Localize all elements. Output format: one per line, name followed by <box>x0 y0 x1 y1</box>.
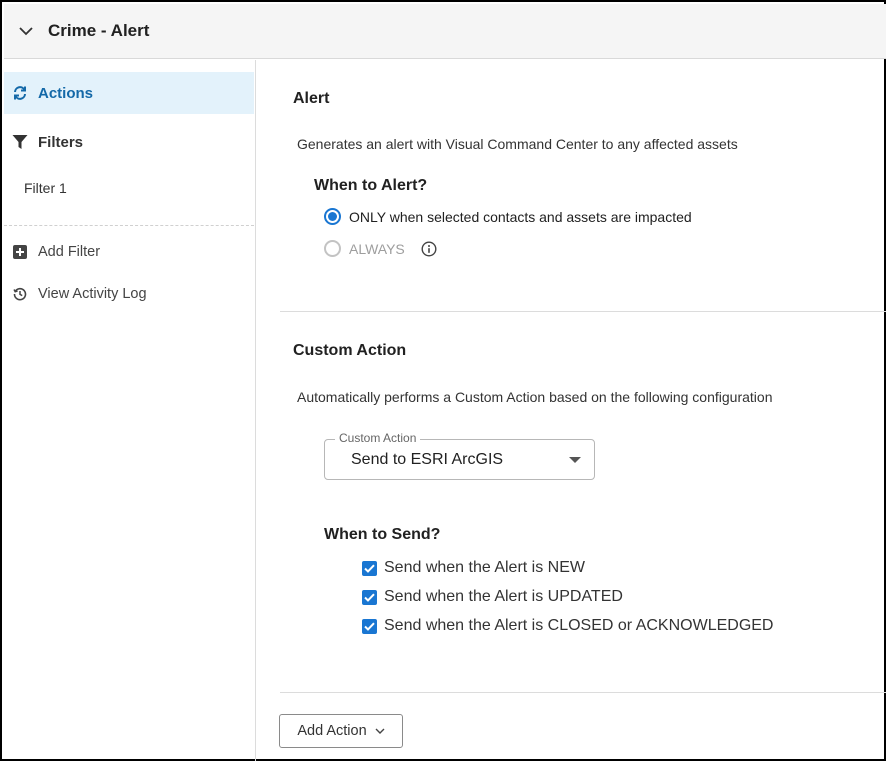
custom-action-section-title: Custom Action <box>293 342 407 359</box>
check-alert-new[interactable]: Send when the Alert is NEW <box>362 559 585 577</box>
section-divider <box>280 311 886 312</box>
sidebar-item-label: Add Filter <box>38 244 101 260</box>
checkbox-label: Send when the Alert is NEW <box>384 559 585 576</box>
sidebar-item-filters[interactable]: Filters <box>4 122 254 162</box>
check-alert-closed[interactable]: Send when the Alert is CLOSED or ACKNOWL… <box>362 617 773 635</box>
checkbox-checked[interactable] <box>362 618 377 634</box>
checkbox-label: Send when the Alert is CLOSED or ACKNOWL… <box>384 617 774 634</box>
caret-down-icon <box>569 457 581 463</box>
history-icon <box>12 286 28 302</box>
filter-icon <box>12 134 28 150</box>
chevron-down-icon[interactable] <box>4 26 48 36</box>
custom-action-select-value: Send to ESRI ArcGIS <box>351 451 504 468</box>
checkbox-label: Send when the Alert is UPDATED <box>384 588 623 605</box>
add-action-button[interactable]: Add Action <box>279 714 403 748</box>
alert-section-title: Alert <box>293 90 330 107</box>
custom-action-select[interactable]: Custom Action Send to ESRI ArcGIS <box>324 431 595 480</box>
page-title: Crime - Alert <box>48 21 150 40</box>
sync-icon <box>12 85 28 101</box>
sidebar: Actions Filters Filter 1 Add Filter View… <box>4 60 256 761</box>
alert-section-description: Generates an alert with Visual Command C… <box>297 136 738 152</box>
chevron-down-icon <box>375 728 385 734</box>
sidebar-item-filter-1[interactable]: Filter 1 <box>4 168 254 208</box>
plus-square-icon <box>12 244 28 260</box>
header-bar: Crime - Alert <box>4 4 886 59</box>
main-panel: Alert Generates an alert with Visual Com… <box>256 60 886 761</box>
check-alert-updated[interactable]: Send when the Alert is UPDATED <box>362 588 623 606</box>
radio-button-unchecked[interactable] <box>324 240 341 257</box>
radio-button-checked[interactable] <box>324 208 341 225</box>
sidebar-item-actions[interactable]: Actions <box>4 72 254 114</box>
view-activity-log-button[interactable]: View Activity Log <box>4 274 254 314</box>
custom-action-description: Automatically performs a Custom Action b… <box>297 389 773 405</box>
when-to-send-title: When to Send? <box>324 526 441 543</box>
add-filter-button[interactable]: Add Filter <box>4 232 254 272</box>
when-to-alert-title: When to Alert? <box>314 177 428 194</box>
radio-only-selected[interactable]: ONLY when selected contacts and assets a… <box>324 208 692 225</box>
sidebar-item-label: Actions <box>38 84 94 102</box>
custom-action-select-legend: Custom Action <box>335 431 421 445</box>
info-icon[interactable] <box>421 240 437 257</box>
sidebar-item-label: Filter 1 <box>24 180 67 196</box>
add-action-label: Add Action <box>297 723 367 739</box>
window-frame: Crime - Alert Actions Filters Filter 1 A… <box>0 0 886 761</box>
radio-always[interactable]: ALWAYS <box>324 240 437 257</box>
sidebar-divider <box>4 225 254 226</box>
sidebar-item-label: Filters <box>38 133 84 151</box>
checkbox-checked[interactable] <box>362 589 377 605</box>
sidebar-item-label: View Activity Log <box>38 286 147 302</box>
checkbox-checked[interactable] <box>362 560 377 576</box>
radio-label: ONLY when selected contacts and assets a… <box>349 208 692 225</box>
radio-label: ALWAYS <box>349 240 405 257</box>
section-divider <box>280 692 886 693</box>
